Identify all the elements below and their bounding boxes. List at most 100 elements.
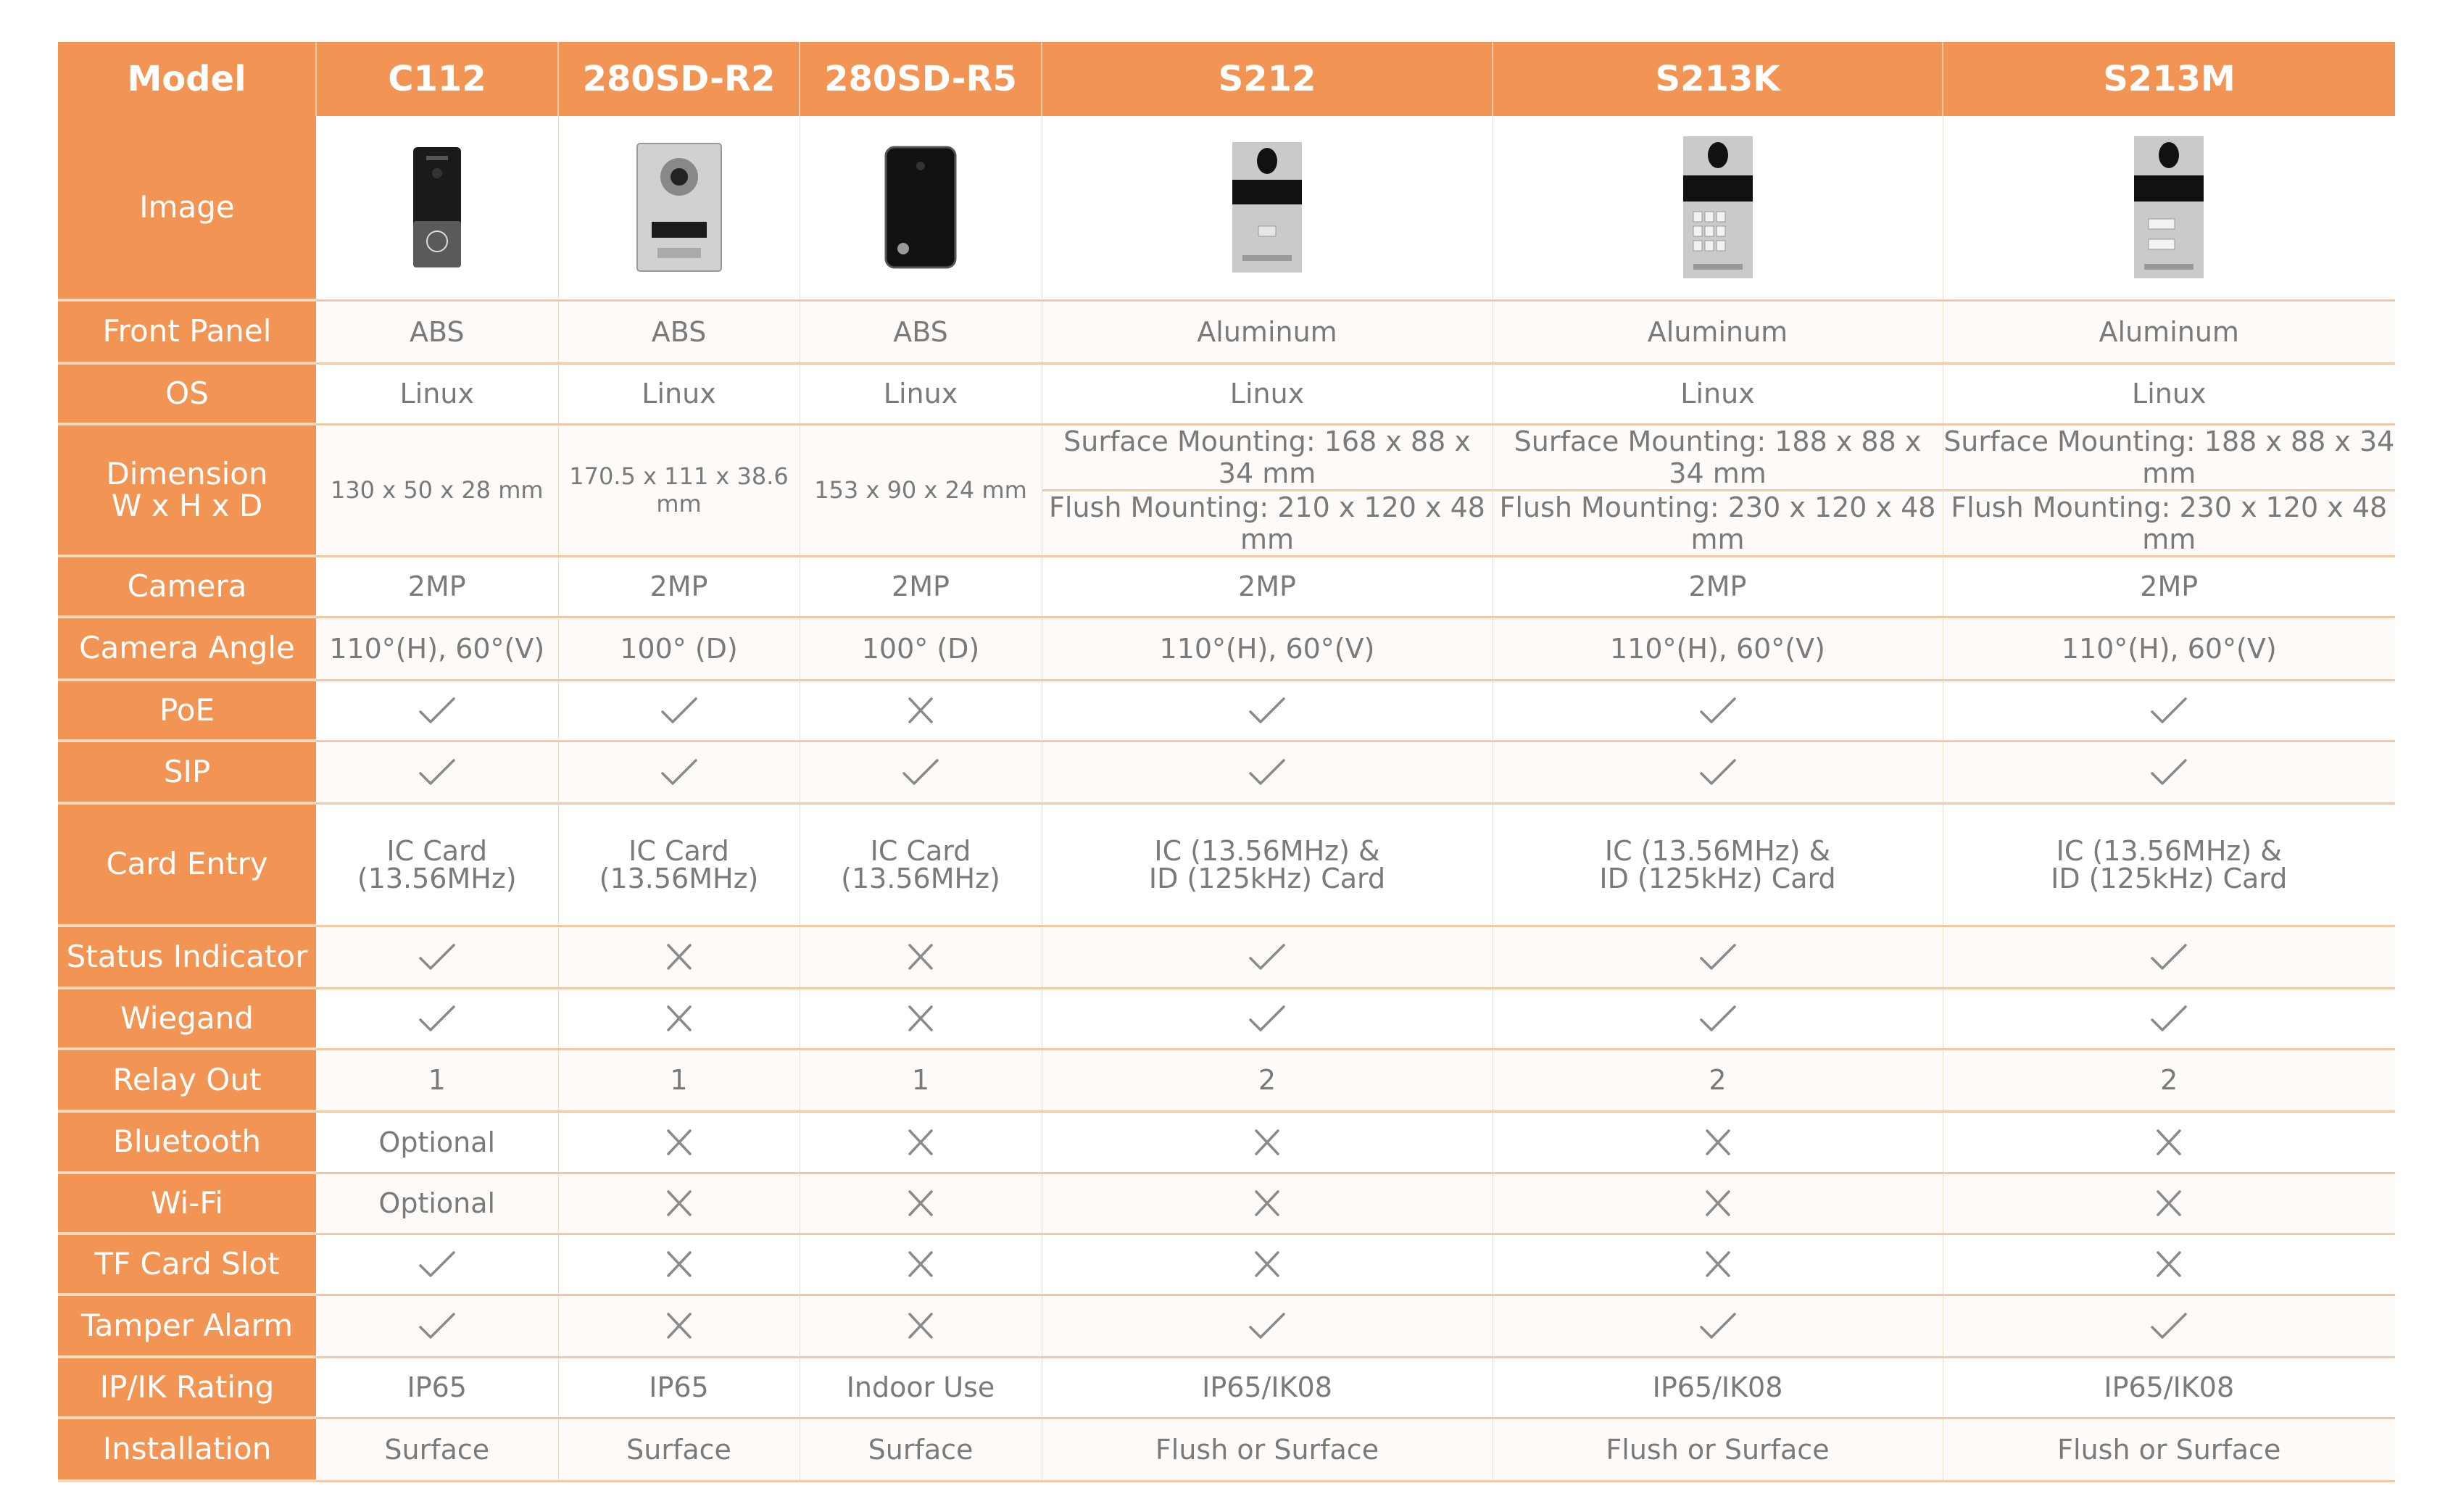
checkmark-icon — [1042, 942, 1493, 971]
device-image — [1943, 136, 2396, 279]
checkmark-icon — [1042, 696, 1493, 725]
checkmark-icon — [1943, 696, 2396, 725]
table-cell — [1943, 1111, 2396, 1174]
row-label: Tamper Alarm — [58, 1295, 316, 1358]
table-cell: Aluminum — [1042, 300, 1493, 365]
checkmark-icon — [1943, 757, 2396, 786]
table-cell: 2MP — [1042, 556, 1493, 618]
table-cell: 110°(H), 60°(V) — [1943, 617, 2395, 681]
cross-icon — [1943, 1128, 2396, 1157]
cross-icon — [1943, 1250, 2396, 1279]
card-entry-line: ID (125kHz) Card — [1599, 862, 1836, 894]
cross-icon — [1493, 1128, 1943, 1157]
table-cell — [558, 1173, 800, 1235]
table-cell: 110°(H), 60°(V) — [1042, 617, 1493, 681]
table-row: Relay Out 1 1 1 2 2 2 — [58, 1049, 2395, 1113]
table-cell — [1943, 1234, 2396, 1296]
cross-icon — [1943, 1189, 2396, 1218]
table-cell: Linux — [1493, 363, 1943, 425]
card-entry-line: (13.56MHz) — [357, 862, 517, 894]
table-cell: ABS — [316, 300, 559, 365]
table-cell: 110°(H), 60°(V) — [1493, 617, 1943, 681]
table-cell — [1493, 1234, 1943, 1296]
table-cell: Linux — [558, 363, 800, 425]
checkmark-icon — [800, 757, 1042, 786]
table-cell: Surface Mounting: 188 x 88 x 34 mm Flush … — [1943, 424, 2395, 557]
table-cell — [558, 116, 800, 302]
table-cell — [316, 926, 559, 989]
device-image — [1042, 142, 1493, 273]
table-cell: IC (13.56MHz) & ID (125kHz) Card — [1943, 803, 2395, 927]
cross-icon — [559, 1189, 800, 1218]
checkmark-icon — [1042, 1004, 1493, 1033]
surface-mounting-dimension: Surface Mounting: 188 x 88 x 34 mm — [1943, 425, 2395, 491]
table-row: Tamper Alarm — [58, 1295, 2395, 1358]
table-cell: IP65 — [316, 1357, 559, 1419]
table-row: Installation Surface Surface Surface Flush o… — [58, 1418, 2395, 1482]
row-label: OS — [58, 363, 316, 425]
table-cell — [1042, 988, 1493, 1050]
table-cell — [800, 926, 1042, 989]
s213m-device-image — [2134, 136, 2204, 279]
checkmark-icon — [1943, 942, 2396, 971]
row-label: Relay Out — [58, 1049, 316, 1113]
table-cell: IC Card (13.56MHz) — [800, 803, 1042, 927]
table-cell: Linux — [1943, 363, 2395, 425]
card-entry-line: IC Card — [628, 834, 729, 867]
table-cell: IP65/IK08 — [1943, 1357, 2395, 1419]
table-cell — [1493, 1111, 1943, 1174]
table-cell — [800, 1111, 1042, 1174]
checkmark-icon — [316, 757, 558, 786]
row-label: Installation — [58, 1418, 316, 1482]
280sd-r5-device-image — [884, 146, 957, 269]
table-row: Status Indicator — [58, 926, 2396, 989]
table-cell: 2MP — [316, 556, 559, 618]
header-model-c112: C112 — [316, 42, 559, 116]
cross-icon — [1042, 1250, 1493, 1279]
table-row: TF Card Slot — [58, 1234, 2396, 1296]
table-cell — [316, 116, 559, 302]
checkmark-icon — [316, 696, 558, 725]
checkmark-icon — [1493, 757, 1943, 786]
row-label: Status Indicator — [58, 926, 316, 989]
flush-mounting-dimension: Flush Mounting: 230 x 120 x 48 mm — [1951, 491, 2388, 555]
table-cell — [316, 988, 559, 1050]
table-cell — [558, 741, 800, 805]
surface-mounting-dimension: Surface Mounting: 188 x 88 x 34 mm — [1493, 425, 1943, 491]
table-cell — [558, 680, 800, 742]
table-cell — [800, 1295, 1042, 1358]
checkmark-icon — [1943, 1004, 2396, 1033]
table-cell — [1493, 1295, 1943, 1358]
header-row: Model C112 280SD-R2 280SD-R5 S212 S213K … — [58, 42, 2395, 116]
table-cell — [800, 680, 1042, 742]
table-row: PoE — [58, 680, 2396, 742]
cross-icon — [1042, 1128, 1493, 1157]
table-row: IP/IK Rating IP65 IP65 Indoor Use IP65/IK08 I… — [58, 1357, 2395, 1419]
table-cell: IP65/IK08 — [1493, 1357, 1943, 1419]
card-entry-line: ID (125kHz) Card — [2051, 862, 2288, 894]
table-cell: 1 — [316, 1049, 559, 1113]
cross-icon — [800, 1189, 1042, 1218]
table-cell: Aluminum — [1943, 300, 2395, 365]
device-image — [316, 146, 558, 269]
table-cell: IP65 — [558, 1357, 800, 1419]
table-cell — [1943, 926, 2396, 989]
table-cell — [1943, 680, 2396, 742]
table-row: Bluetooth Optional — [58, 1111, 2396, 1174]
cross-icon — [1493, 1189, 1943, 1218]
table-cell: Surface — [800, 1418, 1042, 1482]
cross-icon — [800, 1128, 1042, 1157]
header-model-280sd-r2: 280SD-R2 — [558, 42, 800, 116]
checkmark-icon — [316, 1250, 558, 1279]
device-image — [1493, 136, 1943, 279]
table-cell — [1943, 741, 2396, 805]
device-image — [559, 142, 800, 273]
table-cell: Linux — [316, 363, 559, 425]
cross-icon — [800, 1250, 1042, 1279]
s213k-device-image — [1682, 136, 1753, 279]
table-cell: 1 — [558, 1049, 800, 1113]
cross-icon — [800, 942, 1042, 971]
header-model-s213m: S213M — [1943, 42, 2395, 116]
checkmark-icon — [559, 696, 800, 725]
c112-device-image — [412, 147, 461, 268]
